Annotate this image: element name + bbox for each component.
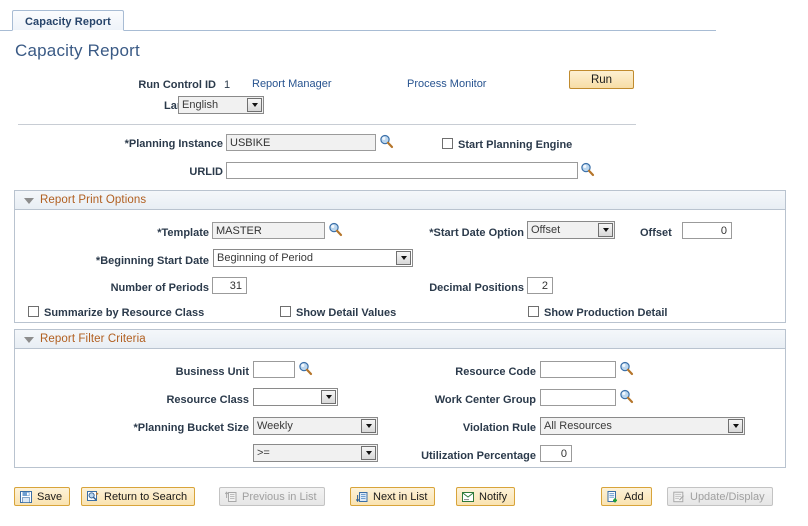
- save-button[interactable]: Save: [14, 487, 70, 506]
- language-select[interactable]: English: [178, 96, 264, 114]
- chevron-down-icon[interactable]: [598, 223, 613, 237]
- offset-label: Offset: [640, 226, 672, 240]
- save-button-label: Save: [37, 491, 62, 503]
- planning-bucket-size-value: Weekly: [257, 420, 293, 432]
- report-filter-criteria-header[interactable]: Report Filter Criteria: [15, 330, 785, 349]
- start-planning-engine-checkbox[interactable]: [442, 138, 453, 149]
- business-unit-lookup-icon[interactable]: [298, 361, 313, 376]
- update-display-icon: [673, 491, 685, 503]
- notify-button[interactable]: Notify: [456, 487, 515, 506]
- tab-strip: Capacity Report: [0, 10, 716, 31]
- capacity-report-page: Capacity Report Capacity Report Run Cont…: [0, 0, 808, 526]
- language-select-value: English: [182, 99, 218, 111]
- run-button-label: Run: [591, 74, 612, 86]
- beginning-start-date-select[interactable]: Beginning of Period: [213, 249, 413, 267]
- operator-select[interactable]: >=: [253, 444, 378, 462]
- update-display-button: Update/Display: [667, 487, 773, 506]
- tab-label: Capacity Report: [25, 16, 111, 28]
- work-center-group-lookup-icon[interactable]: [619, 389, 634, 404]
- summarize-by-resource-class-checkbox[interactable]: [28, 306, 39, 317]
- notify-icon: [462, 491, 474, 503]
- number-of-periods-label: Number of Periods: [80, 281, 209, 295]
- run-control-id-label: Run Control ID: [96, 78, 216, 92]
- chevron-down-icon[interactable]: [728, 419, 743, 433]
- previous-in-list-button: Previous in List: [219, 487, 325, 506]
- summarize-by-resource-class-label: Summarize by Resource Class: [44, 306, 204, 320]
- show-production-detail-label: Show Production Detail: [544, 306, 667, 320]
- urlid-label: URLID: [90, 165, 223, 179]
- resource-class-select[interactable]: [253, 388, 338, 406]
- chevron-down-icon[interactable]: [247, 98, 262, 112]
- decimal-positions-label: Decimal Positions: [400, 281, 524, 295]
- update-display-button-label: Update/Display: [690, 491, 765, 503]
- report-manager-link[interactable]: Report Manager: [252, 77, 332, 91]
- add-icon: [607, 491, 619, 503]
- urlid-input[interactable]: [226, 162, 578, 179]
- chevron-down-icon[interactable]: [321, 390, 336, 404]
- show-production-detail-checkbox[interactable]: [528, 306, 539, 317]
- planning-instance-lookup-icon[interactable]: [379, 134, 394, 149]
- start-date-option-label: *Start Date Option: [380, 226, 524, 240]
- start-date-option-select[interactable]: Offset: [527, 221, 615, 239]
- violation-rule-select[interactable]: All Resources: [540, 417, 745, 435]
- run-control-id-value: 1: [224, 78, 230, 92]
- operator-value: >=: [257, 447, 270, 459]
- resource-class-label: Resource Class: [110, 393, 249, 407]
- show-detail-values-label: Show Detail Values: [296, 306, 396, 320]
- work-center-group-input[interactable]: [540, 389, 616, 406]
- offset-input[interactable]: [682, 222, 732, 239]
- planning-bucket-size-label: *Planning Bucket Size: [100, 421, 249, 435]
- collapse-triangle-icon[interactable]: [24, 198, 34, 204]
- search-icon: [87, 491, 99, 503]
- urlid-lookup-icon[interactable]: [580, 162, 595, 177]
- violation-rule-label: Violation Rule: [410, 421, 536, 435]
- return-to-search-button[interactable]: Return to Search: [81, 487, 195, 506]
- save-icon: [20, 491, 32, 503]
- report-print-options-title: Report Print Options: [40, 194, 146, 206]
- resource-code-input[interactable]: [540, 361, 616, 378]
- work-center-group-label: Work Center Group: [400, 393, 536, 407]
- template-input[interactable]: [212, 222, 325, 239]
- collapse-triangle-icon[interactable]: [24, 337, 34, 343]
- resource-code-lookup-icon[interactable]: [619, 361, 634, 376]
- start-planning-engine-label: Start Planning Engine: [458, 138, 572, 152]
- next-in-list-button-label: Next in List: [373, 491, 427, 503]
- report-print-options-header[interactable]: Report Print Options: [15, 191, 785, 210]
- resource-code-label: Resource Code: [400, 365, 536, 379]
- previous-in-list-button-label: Previous in List: [242, 491, 317, 503]
- next-in-list-icon: [356, 491, 368, 503]
- run-button[interactable]: Run: [569, 70, 634, 89]
- chevron-down-icon[interactable]: [396, 251, 411, 265]
- report-filter-criteria-title: Report Filter Criteria: [40, 333, 146, 345]
- chevron-down-icon[interactable]: [361, 446, 376, 460]
- previous-in-list-icon: [225, 491, 237, 503]
- add-button[interactable]: Add: [601, 487, 652, 506]
- template-lookup-icon[interactable]: [328, 222, 343, 237]
- business-unit-input[interactable]: [253, 361, 295, 378]
- tab-capacity-report[interactable]: Capacity Report: [12, 10, 124, 31]
- violation-rule-value: All Resources: [544, 420, 612, 432]
- next-in-list-button[interactable]: Next in List: [350, 487, 435, 506]
- page-title: Capacity Report: [15, 41, 140, 61]
- decimal-positions-input[interactable]: [527, 277, 553, 294]
- planning-instance-label: *Planning Instance: [90, 137, 223, 151]
- number-of-periods-input[interactable]: [212, 277, 247, 294]
- utilization-percentage-input[interactable]: [540, 445, 572, 462]
- template-label: *Template: [80, 226, 209, 240]
- process-monitor-link[interactable]: Process Monitor: [407, 77, 486, 91]
- beginning-start-date-label: *Beginning Start Date: [60, 254, 209, 268]
- section-divider: [18, 124, 636, 125]
- add-button-label: Add: [624, 491, 644, 503]
- planning-instance-input[interactable]: [226, 134, 376, 151]
- planning-bucket-size-select[interactable]: Weekly: [253, 417, 378, 435]
- beginning-start-date-value: Beginning of Period: [217, 252, 313, 264]
- utilization-percentage-label: Utilization Percentage: [400, 449, 536, 463]
- business-unit-label: Business Unit: [110, 365, 249, 379]
- return-to-search-button-label: Return to Search: [104, 491, 187, 503]
- show-detail-values-checkbox[interactable]: [280, 306, 291, 317]
- chevron-down-icon[interactable]: [361, 419, 376, 433]
- notify-button-label: Notify: [479, 491, 507, 503]
- start-date-option-value: Offset: [531, 224, 560, 236]
